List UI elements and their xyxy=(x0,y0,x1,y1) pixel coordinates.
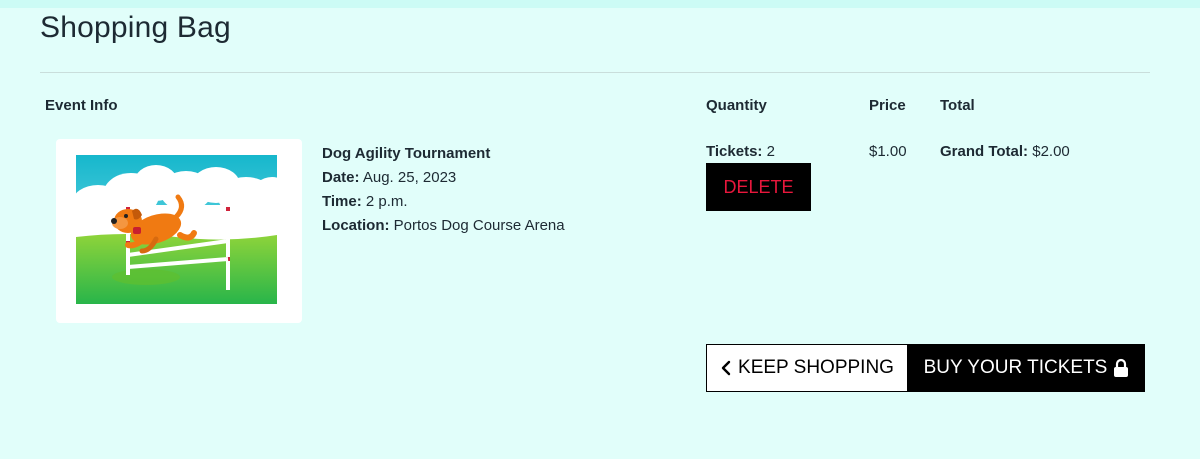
item-price: $1.00 xyxy=(869,143,907,160)
header-price: Price xyxy=(869,97,906,114)
header-event-info: Event Info xyxy=(45,97,118,114)
chevron-left-icon xyxy=(720,360,732,376)
header-total: Total xyxy=(940,97,975,114)
grand-total-label: Grand Total: xyxy=(940,143,1029,160)
lock-icon xyxy=(1113,358,1129,378)
date-value: Aug. 25, 2023 xyxy=(362,169,457,186)
tickets-value: 2 xyxy=(766,143,775,160)
grand-total-value: $2.00 xyxy=(1032,143,1070,160)
buy-tickets-button[interactable]: BUY YOUR TICKETS xyxy=(908,344,1145,392)
tickets-label: Tickets: xyxy=(706,143,763,160)
title-divider xyxy=(40,72,1150,73)
grand-total: Grand Total: $2.00 xyxy=(940,142,1070,162)
dog-agility-image xyxy=(76,155,277,304)
time-label: Time: xyxy=(322,193,362,210)
header-quantity: Quantity xyxy=(706,97,767,114)
location-value: Portos Dog Course Arena xyxy=(393,217,565,234)
buy-tickets-label: BUY YOUR TICKETS xyxy=(923,357,1108,378)
event-details: Dog Agility Tournament Date: Aug. 25, 20… xyxy=(322,142,565,238)
ticket-quantity: Tickets: 2 xyxy=(706,142,775,162)
shopping-bag-page: Shopping Bag Event Info Quantity Price T… xyxy=(0,0,1200,459)
time-value: 2 p.m. xyxy=(365,193,408,210)
date-label: Date: xyxy=(322,169,360,186)
event-name: Dog Agility Tournament xyxy=(322,145,491,162)
page-title: Shopping Bag xyxy=(40,11,231,44)
event-image-card xyxy=(56,139,302,323)
delete-button[interactable]: DELETE xyxy=(706,163,811,211)
keep-shopping-button[interactable]: KEEP SHOPPING xyxy=(706,344,908,392)
keep-shopping-label: KEEP SHOPPING xyxy=(738,357,894,378)
location-label: Location: xyxy=(322,217,390,234)
